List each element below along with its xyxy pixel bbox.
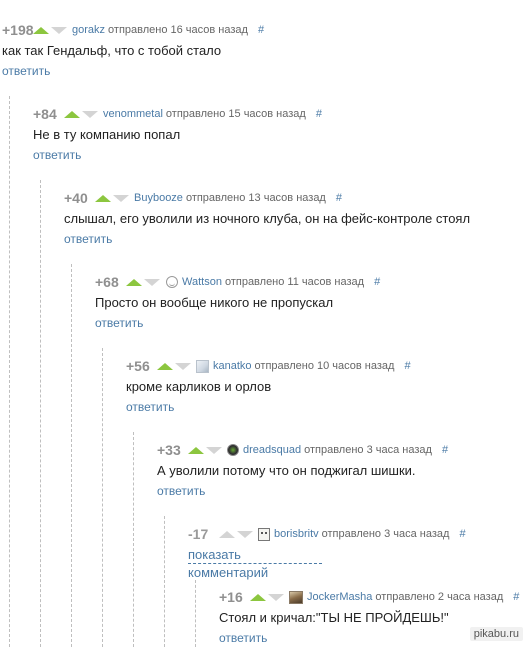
comment: +40 Buybooze отправлено 13 часов назад #… <box>64 189 470 247</box>
comment-header: +68 Wattson отправлено 11 часов назад # <box>95 273 380 291</box>
upvote-icon[interactable] <box>64 110 80 118</box>
comment: +198 gorakz отправлено 16 часов назад # … <box>2 21 264 79</box>
comment-author[interactable]: JockerMasha <box>307 591 372 603</box>
thread-line <box>102 348 103 647</box>
upvote-icon[interactable] <box>250 593 266 601</box>
comment-text: Стоял и кричал:"ТЫ НЕ ПРОЙДЕШЬ!" <box>219 610 449 625</box>
comment-header: +198 gorakz отправлено 16 часов назад # <box>2 21 264 39</box>
comment-text: как так Гендальф, что с тобой стало <box>2 43 222 58</box>
image-placeholder-icon[interactable] <box>196 359 209 373</box>
comment-header: +84 venommetal отправлено 15 часов назад… <box>33 105 322 123</box>
comment-author[interactable]: kanatko <box>213 360 252 372</box>
comment-header: +40 Buybooze отправлено 13 часов назад # <box>64 189 470 207</box>
comment-rating: +198 <box>2 22 34 38</box>
comment-text: кроме карликов и орлов <box>126 379 272 394</box>
comment-text: А уволили потому что он поджигал шишки. <box>157 463 416 478</box>
comment-permalink[interactable]: # <box>316 108 322 120</box>
comment-permalink[interactable]: # <box>336 192 342 204</box>
comment-timestamp: отправлено 10 часов назад <box>254 360 395 372</box>
upvote-icon[interactable] <box>126 278 142 286</box>
downvote-icon[interactable] <box>206 446 222 454</box>
comment-timestamp: отправлено 13 часов назад <box>185 192 326 204</box>
smiley-icon[interactable] <box>166 276 178 288</box>
downvote-icon[interactable] <box>113 194 129 202</box>
comment-rating: -17 <box>188 526 209 542</box>
comment-text: Просто он вообще никого не пропускал <box>95 295 334 310</box>
comment-author[interactable]: Wattson <box>182 276 222 288</box>
comment-permalink[interactable]: # <box>442 444 448 456</box>
comment-author[interactable]: borisbritv <box>274 528 319 540</box>
comment-header: +16 JockerMasha отправлено 2 часа назад … <box>219 588 519 606</box>
comment-header: -17 borisbritv отправлено 3 часа назад # <box>188 525 466 543</box>
comment-rating: +84 <box>33 106 57 122</box>
comment: +84 venommetal отправлено 15 часов назад… <box>33 105 322 163</box>
comment-author[interactable]: gorakz <box>72 24 105 36</box>
reply-link[interactable]: ответить <box>95 315 380 331</box>
robot-avatar[interactable] <box>258 527 270 541</box>
comment-rating: +40 <box>64 190 88 206</box>
comment-text: слышал, его уволили из ночного клуба, он… <box>64 211 471 226</box>
thread-line <box>133 432 134 647</box>
comment-timestamp: отправлено 15 часов назад <box>165 108 306 120</box>
circle-avatar[interactable] <box>227 444 239 456</box>
downvote-icon[interactable] <box>237 530 253 538</box>
comment-permalink[interactable]: # <box>404 360 410 372</box>
comment-timestamp: отправлено 3 часа назад <box>321 528 450 540</box>
comment-permalink[interactable]: # <box>258 24 264 36</box>
reply-link[interactable]: ответить <box>126 399 411 415</box>
reply-link[interactable]: ответить <box>2 63 264 79</box>
comment-author[interactable]: Buybooze <box>134 192 183 204</box>
site-watermark: pikabu.ru <box>469 627 523 641</box>
comment-timestamp: отправлено 2 часа назад <box>375 591 504 603</box>
comment: +56 kanatko отправлено 10 часов назад # … <box>126 357 411 415</box>
comment-header: +56 kanatko отправлено 10 часов назад # <box>126 357 411 375</box>
thread-line <box>195 580 196 647</box>
thread-line <box>40 180 41 647</box>
thread-line <box>164 516 165 647</box>
downvote-icon[interactable] <box>144 278 160 286</box>
comment-permalink[interactable]: # <box>513 591 519 603</box>
comment-author[interactable]: dreadsquad <box>243 444 301 456</box>
comment-permalink[interactable]: # <box>459 528 465 540</box>
comment-timestamp: отправлено 16 часов назад <box>108 24 248 36</box>
comment-rating: +56 <box>126 358 150 374</box>
comment-rating: +68 <box>95 274 119 290</box>
reply-link[interactable]: ответить <box>33 147 322 163</box>
upvote-icon[interactable] <box>188 446 204 454</box>
show-comment-link[interactable]: показать комментарий <box>188 546 322 580</box>
comment-timestamp: отправлено 11 часов назад <box>224 276 365 288</box>
photo-avatar[interactable] <box>289 590 303 604</box>
reply-link[interactable]: ответить <box>64 231 470 247</box>
downvote-icon[interactable] <box>268 593 284 601</box>
comment: +33 dreadsquad отправлено 3 часа назад #… <box>157 441 448 499</box>
comment: +68 Wattson отправлено 11 часов назад # … <box>95 273 380 331</box>
thread-line <box>71 264 72 647</box>
comment-text: Не в ту компанию попал <box>33 127 181 142</box>
downvote-icon[interactable] <box>51 26 67 34</box>
comment-author[interactable]: venommetal <box>103 108 163 120</box>
upvote-icon[interactable] <box>33 26 49 34</box>
comment-timestamp: отправлено 3 часа назад <box>304 444 432 456</box>
upvote-icon[interactable] <box>219 530 235 538</box>
comment-rating: +16 <box>219 589 243 605</box>
upvote-icon[interactable] <box>157 362 173 370</box>
thread-line <box>9 96 10 647</box>
comment-collapsed: -17 borisbritv отправлено 3 часа назад #… <box>188 525 466 580</box>
upvote-icon[interactable] <box>95 194 111 202</box>
comment-permalink[interactable]: # <box>374 276 380 288</box>
downvote-icon[interactable] <box>175 362 191 370</box>
reply-link[interactable]: ответить <box>157 483 448 499</box>
comment-rating: +33 <box>157 442 181 458</box>
comment-header: +33 dreadsquad отправлено 3 часа назад # <box>157 441 448 459</box>
downvote-icon[interactable] <box>82 110 98 118</box>
